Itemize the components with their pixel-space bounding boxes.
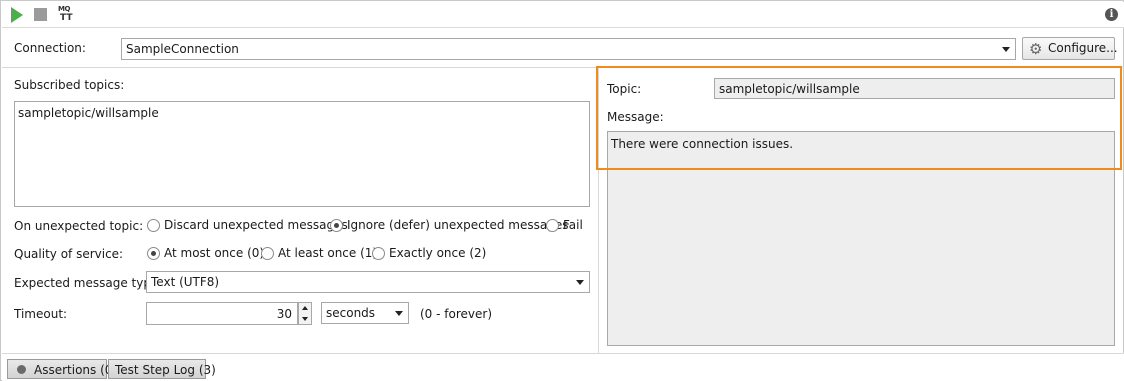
radio-qos-1[interactable]: At least once (1) [261, 246, 377, 260]
timeout-hint: (0 - forever) [420, 307, 492, 321]
message-type-select[interactable]: Text (UTF8) [146, 271, 590, 293]
radio-dot [546, 218, 559, 232]
mqtt-receive-step-panel: MQ TT i Connection: SampleConnection ⚙ C… [0, 0, 1124, 381]
bottom-tab-bar: Assertions (0) Test Step Log (3) [2, 353, 1124, 381]
radio-label: Fail [563, 218, 583, 232]
radio-dot-selected [330, 218, 343, 232]
mqtt-icon-top: MQ [58, 5, 70, 13]
connection-value: SampleConnection [126, 42, 239, 56]
received-topic-field: sampletopic/willsample [714, 78, 1115, 99]
info-icon[interactable]: i [1105, 8, 1118, 21]
message-type-value: Text (UTF8) [151, 275, 220, 289]
radio-qos-2[interactable]: Exactly once (2) [372, 246, 486, 260]
subscribed-topics-label: Subscribed topics: [14, 78, 125, 92]
chevron-down-icon [395, 311, 403, 316]
tab-assertions[interactable]: Assertions (0) [7, 359, 117, 379]
gear-icon: ⚙ [1029, 40, 1043, 58]
chevron-down-icon [1002, 47, 1010, 52]
radio-dot-selected [147, 246, 160, 260]
toolbar: MQ TT i [2, 2, 1124, 28]
timeout-unit-value: seconds [326, 306, 376, 320]
tab-test-step-log[interactable]: Test Step Log (3) [108, 359, 216, 379]
connection-label: Connection: [14, 41, 86, 55]
chevron-down-icon [576, 280, 584, 285]
timeout-stepper[interactable] [298, 302, 312, 325]
radio-qos-0[interactable]: At most once (0) [147, 246, 264, 260]
subscribed-topics-input[interactable]: sampletopic/willsample [14, 101, 590, 207]
tab-log-label: Test Step Log (3) [115, 363, 216, 377]
radio-label: Discard unexpected messages [164, 218, 348, 232]
radio-dot [147, 218, 160, 232]
radio-fail[interactable]: Fail [546, 218, 583, 232]
radio-ignore-unexpected[interactable]: Ignore (defer) unexpected messages [330, 218, 568, 232]
radio-label: Ignore (defer) unexpected messages [347, 218, 569, 232]
stop-icon[interactable] [34, 8, 47, 21]
tab-assertions-label: Assertions (0) [34, 363, 118, 377]
radio-dot [372, 246, 385, 260]
panel-divider[interactable] [598, 68, 599, 353]
qos-label: Quality of service: [14, 247, 124, 261]
mqtt-icon-bottom: TT [60, 13, 73, 23]
received-message-label: Message: [607, 110, 664, 124]
timeout-input[interactable]: 30 [146, 302, 298, 325]
chevron-down-icon[interactable] [302, 317, 308, 321]
timeout-label: Timeout: [14, 307, 68, 321]
mqtt-icon[interactable]: MQ TT [57, 5, 73, 23]
received-topic-label: Topic: [607, 82, 642, 96]
received-message-area: There were connection issues. [607, 131, 1115, 346]
radio-label: At most once (0) [164, 246, 265, 260]
chevron-up-icon[interactable] [302, 306, 308, 310]
radio-discard-unexpected[interactable]: Discard unexpected messages [147, 218, 348, 232]
configure-button[interactable]: ⚙ Configure... [1022, 37, 1118, 60]
play-icon[interactable] [11, 7, 23, 23]
status-dot-icon [17, 365, 26, 374]
timeout-unit-select[interactable]: seconds [321, 302, 409, 324]
message-type-label: Expected message type: [14, 276, 163, 290]
radio-label: At least once (1) [278, 246, 378, 260]
divider [2, 67, 1124, 68]
connection-select[interactable]: SampleConnection [121, 38, 1016, 60]
radio-dot [261, 246, 274, 260]
configure-label: Configure... [1048, 41, 1118, 55]
radio-label: Exactly once (2) [389, 246, 487, 260]
unexpected-topic-label: On unexpected topic: [14, 219, 144, 233]
